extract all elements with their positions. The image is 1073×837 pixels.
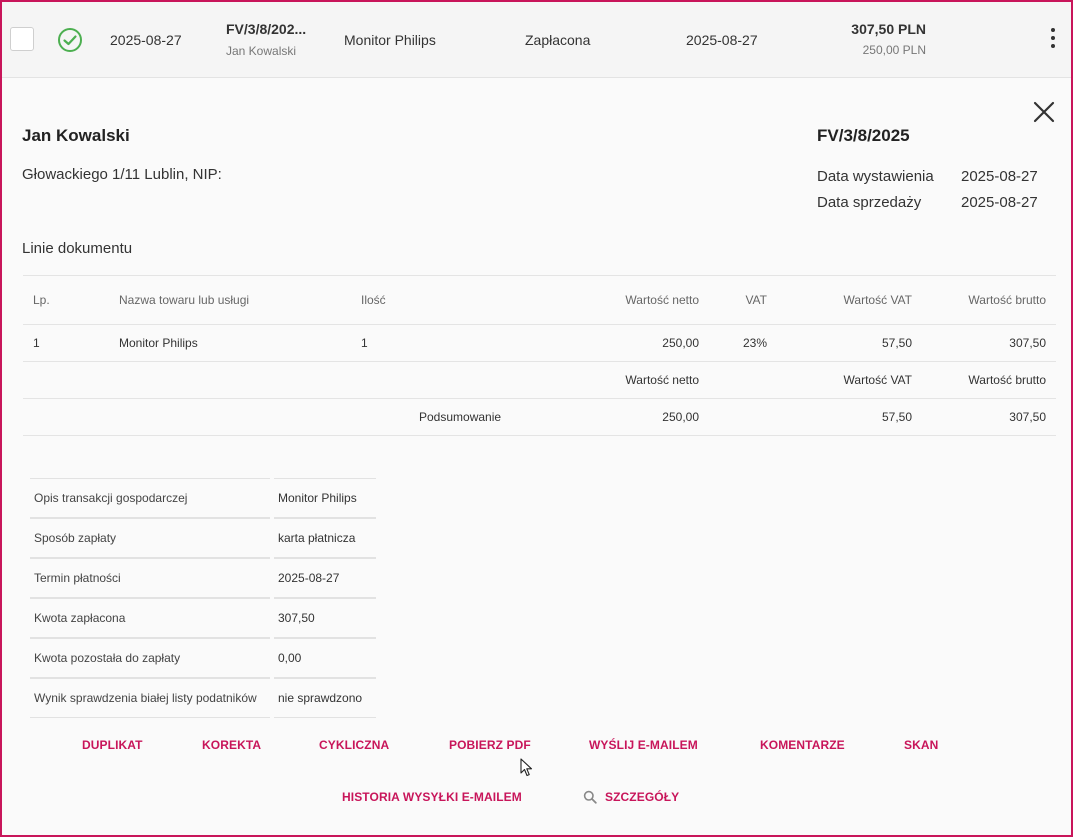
info-value: 0,00 <box>274 638 376 678</box>
col-header: Wartość brutto <box>922 275 1056 325</box>
comments-button[interactable]: KOMENTARZE <box>760 738 845 752</box>
summary-row: Podsumowanie 250,00 57,50 307,50 <box>23 398 1056 436</box>
info-value: 307,50 <box>274 598 376 638</box>
correction-button[interactable]: KOREKTA <box>202 738 261 752</box>
info-key: Kwota pozostała do zapłaty <box>30 638 270 678</box>
row-product: Monitor Philips <box>344 32 436 48</box>
summary-header-gross: Wartość brutto <box>922 361 1056 399</box>
summary-header-net: Wartość netto <box>459 361 709 399</box>
summary-header-vat: Wartość VAT <box>777 361 922 399</box>
cell-vat-rate: 23% <box>709 324 777 362</box>
info-key: Opis transakcji gospodarczej <box>30 478 270 518</box>
email-history-button[interactable]: HISTORIA WYSYŁKI E-MAILEM <box>342 790 522 804</box>
download-pdf-button[interactable]: POBIERZ PDF <box>449 738 531 752</box>
info-row: Termin płatności 2025-08-27 <box>30 558 376 598</box>
table-row: 1 Monitor Philips 1 250,00 23% 57,50 307… <box>23 324 1056 362</box>
sale-date-label: Data sprzedaży <box>817 194 922 211</box>
duplicate-button[interactable]: DUPLIKAT <box>82 738 143 752</box>
info-row: Kwota zapłacona 307,50 <box>30 598 376 638</box>
buyer-name: Jan Kowalski <box>22 126 130 145</box>
cell-lp: 1 <box>23 324 109 362</box>
buyer-address: Głowackiego 1/11 Lublin, NIP: <box>22 166 222 183</box>
document-info-table: Opis transakcji gospodarczej Monitor Phil… <box>26 478 380 718</box>
row-date: 2025-08-27 <box>110 32 182 48</box>
info-key: Wynik sprawdzenia białej listy podatnikó… <box>30 678 270 718</box>
summary-header-row: Wartość netto Wartość VAT Wartość brutto <box>23 361 1056 399</box>
info-key: Termin płatności <box>30 558 270 598</box>
row-client: Jan Kowalski <box>226 44 297 58</box>
info-key: Kwota zapłacona <box>30 598 270 638</box>
lines-section-title: Linie dokumentu <box>22 240 133 257</box>
col-header: Ilość <box>351 275 459 325</box>
cell-name: Monitor Philips <box>109 324 351 362</box>
info-row: Sposób zapłaty karta płatnicza <box>30 518 376 558</box>
info-row: Opis transakcji gospodarczej Monitor Phil… <box>30 478 376 518</box>
send-email-button[interactable]: WYŚLIJ E-MAILEM <box>589 738 698 752</box>
col-header: Wartość VAT <box>777 275 922 325</box>
row-net-amount: 250,00 PLN <box>862 43 926 57</box>
cell-vat: 57,50 <box>777 324 922 362</box>
document-lines-table: Lp. Nazwa towaru lub usługi Ilość Wartoś… <box>23 275 1056 436</box>
info-value: nie sprawdzono <box>274 678 376 718</box>
search-icon <box>583 790 597 804</box>
row-status: Zapłacona <box>525 32 591 48</box>
summary-gross: 307,50 <box>922 398 1056 436</box>
issue-date-label: Data wystawienia <box>817 168 934 185</box>
col-header: Lp. <box>23 275 109 325</box>
issue-date-value: 2025-08-27 <box>961 168 1038 185</box>
row-gross-amount: 307,50 PLN <box>851 21 926 37</box>
more-vert-icon[interactable] <box>1049 28 1057 52</box>
row-invoice-number: FV/3/8/202... <box>226 21 307 37</box>
info-value: Monitor Philips <box>274 478 376 518</box>
info-value: 2025-08-27 <box>274 558 376 598</box>
info-row: Kwota pozostała do zapłaty 0,00 <box>30 638 376 678</box>
col-header: Wartość netto <box>459 275 709 325</box>
close-icon[interactable] <box>1032 100 1056 124</box>
summary-vat: 57,50 <box>777 398 922 436</box>
col-header: Nazwa towaru lub usługi <box>109 275 351 325</box>
details-button[interactable]: SZCZEGÓŁY <box>583 790 679 804</box>
recurring-button[interactable]: CYKLICZNA <box>319 738 389 752</box>
details-label: SZCZEGÓŁY <box>605 790 680 804</box>
row-checkbox[interactable] <box>10 27 34 51</box>
cell-gross: 307,50 <box>922 324 1056 362</box>
sale-date-value: 2025-08-27 <box>961 194 1038 211</box>
cell-net: 250,00 <box>459 324 709 362</box>
invoice-panel: 2025-08-27 FV/3/8/202... Jan Kowalski Mo… <box>0 0 1073 837</box>
col-header: VAT <box>709 275 777 325</box>
document-number: FV/3/8/2025 <box>817 126 910 145</box>
invoice-list-row[interactable]: 2025-08-27 FV/3/8/202... Jan Kowalski Mo… <box>2 2 1071 78</box>
scan-button[interactable]: SKAN <box>904 738 938 752</box>
info-row: Wynik sprawdzenia białej listy podatnikó… <box>30 678 376 718</box>
info-value: karta płatnicza <box>274 518 376 558</box>
row-date2: 2025-08-27 <box>686 32 758 48</box>
info-key: Sposób zapłaty <box>30 518 270 558</box>
table-header-row: Lp. Nazwa towaru lub usługi Ilość Wartoś… <box>23 275 1056 325</box>
mouse-pointer-icon <box>520 758 534 778</box>
check-circle-icon <box>57 27 83 53</box>
cell-qty: 1 <box>351 324 459 362</box>
summary-label: Podsumowanie <box>419 410 502 424</box>
